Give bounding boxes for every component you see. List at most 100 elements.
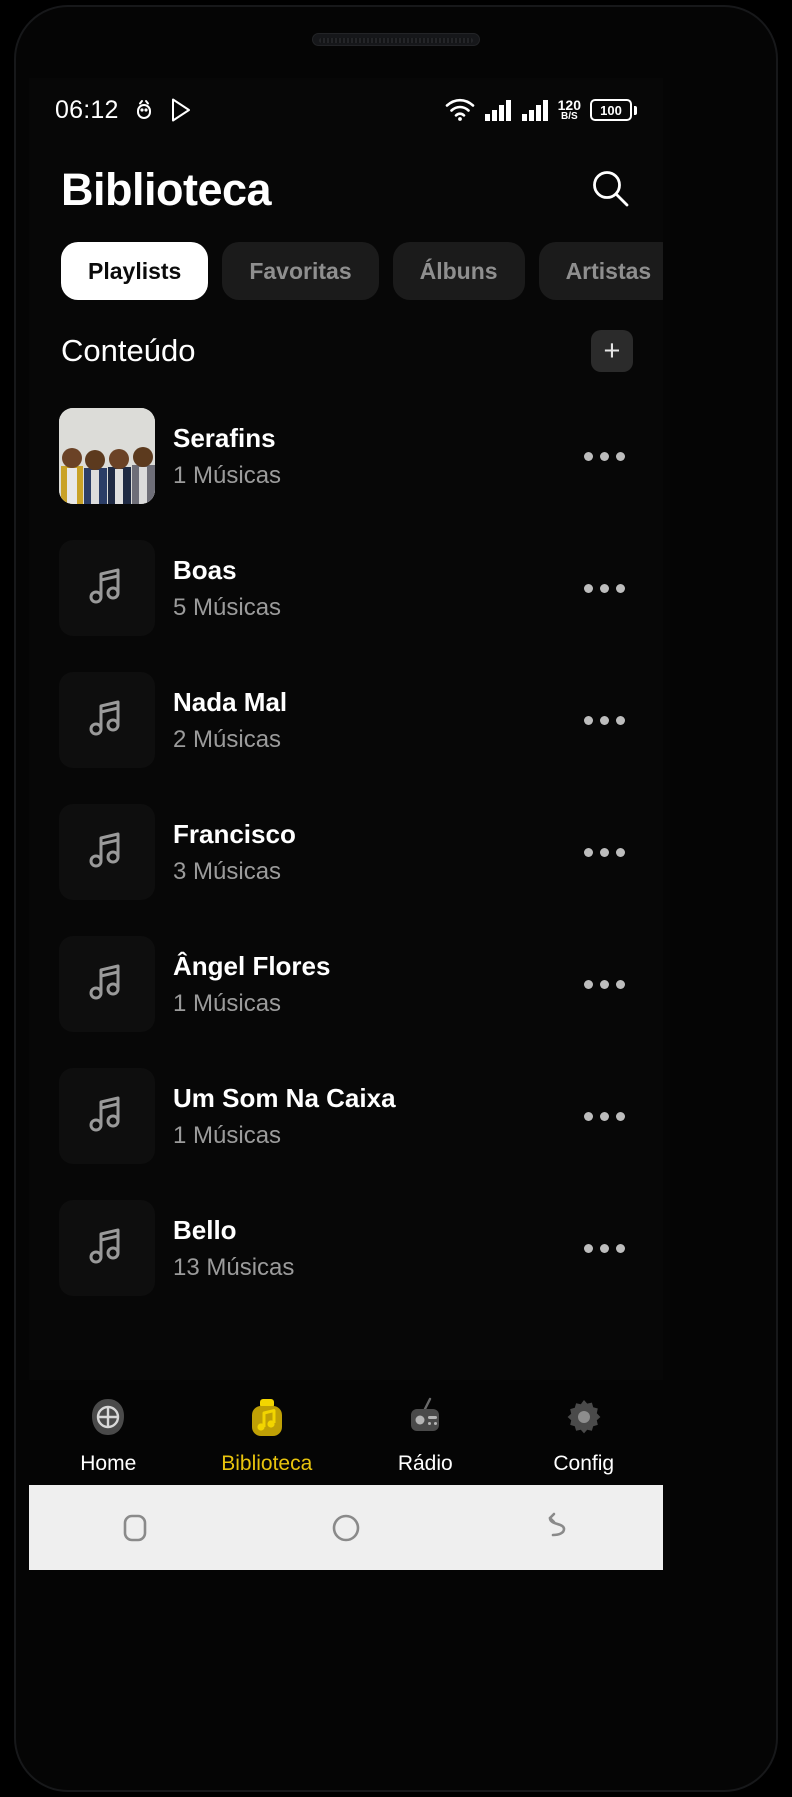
playlist-subtitle: 1 Músicas [173, 1121, 282, 1149]
earpiece-speaker [312, 33, 480, 46]
status-bar-left: 06:12 [55, 96, 193, 125]
tab-playlists-label: Playlists [88, 257, 182, 284]
signal-2-icon [521, 98, 549, 122]
battery-tip [634, 105, 637, 115]
nav-item-radio-label: Rádio [397, 1451, 453, 1475]
battery-level: 100 [590, 99, 632, 121]
nav-item-biblioteca[interactable]: Biblioteca [188, 1395, 347, 1476]
status-time: 06:12 [55, 95, 119, 124]
back-arrow-icon[interactable] [512, 1498, 602, 1558]
playlist-thumbnail [59, 540, 155, 636]
playlist-thumbnail [59, 408, 155, 504]
more-options-icon[interactable] [576, 970, 633, 999]
add-playlist-button[interactable]: + [591, 330, 633, 372]
network-speed-unit: B/S [560, 111, 578, 122]
network-speed-indicator: 120 B/S [558, 98, 581, 122]
playlist-text: Boas 5 Músicas [173, 555, 281, 622]
nav-item-radio[interactable]: Rádio [346, 1395, 505, 1476]
music-note-icon [84, 959, 130, 1010]
list-item[interactable]: Boas 5 Músicas [59, 522, 633, 654]
nav-item-home[interactable]: Home [29, 1395, 188, 1476]
playlist-subtitle: 3 Músicas [173, 857, 282, 885]
playlist-thumbnail [59, 1068, 155, 1164]
more-options-icon[interactable] [576, 706, 633, 735]
playlist-text: Bello 13 Músicas [173, 1215, 294, 1282]
status-bar-right: 120 B/S 100 [445, 98, 637, 122]
playlist-title: Nada Mal [173, 686, 288, 717]
playlist-list: Serafins 1 Músicas Boas 5 Músicas Nada M… [29, 372, 663, 1314]
radio-icon [403, 1395, 447, 1444]
playlist-thumbnail [59, 804, 155, 900]
playlist-text: Serafins 1 Músicas [173, 423, 281, 490]
tab-artistas[interactable]: Artistas [538, 242, 663, 300]
usb-debug-icon [133, 98, 155, 122]
list-item[interactable]: Nada Mal 2 Músicas [59, 654, 633, 786]
system-navigation-bar [29, 1485, 663, 1570]
tab-artistas-label: Artistas [565, 257, 652, 284]
recents-icon[interactable] [90, 1498, 180, 1558]
play-store-icon [169, 97, 193, 123]
music-note-icon [84, 827, 130, 878]
playlist-title: Francisco [173, 818, 296, 849]
more-options-icon[interactable] [576, 838, 633, 867]
nav-item-biblioteca-label: Biblioteca [221, 1451, 313, 1475]
tab-favoritas[interactable]: Favoritas [222, 242, 379, 300]
status-bar: 06:12 120 B/S 100 [29, 78, 663, 142]
list-item[interactable]: Ângel Flores 1 Músicas [59, 918, 633, 1050]
home-icon [86, 1395, 130, 1444]
list-item[interactable]: Francisco 3 Músicas [59, 786, 633, 918]
page-title: Biblioteca [61, 164, 272, 215]
playlist-subtitle: 5 Músicas [173, 593, 282, 621]
list-item[interactable]: Bello 13 Músicas [59, 1182, 633, 1314]
tab-favoritas-label: Favoritas [249, 257, 352, 284]
playlist-title: Ângel Flores [173, 950, 331, 981]
library-icon [245, 1395, 289, 1444]
network-speed-value: 120 [557, 97, 581, 113]
bottom-navigation: Home Biblioteca Rádio Config [29, 1380, 663, 1490]
content-section-header: Conteúdo + [29, 300, 663, 372]
more-options-icon[interactable] [576, 574, 633, 603]
playlist-subtitle: 1 Músicas [173, 989, 282, 1017]
battery-icon: 100 [590, 99, 637, 121]
playlist-title: Um Som Na Caixa [173, 1082, 396, 1113]
filter-tabs: Playlists Favoritas Álbuns Artistas [29, 216, 663, 300]
nav-item-config[interactable]: Config [505, 1395, 664, 1476]
tab-playlists[interactable]: Playlists [61, 242, 209, 300]
nav-item-home-label: Home [80, 1451, 137, 1475]
playlist-title: Boas [173, 554, 237, 585]
more-options-icon[interactable] [576, 1102, 633, 1131]
phone-screen: 06:12 120 B/S 100 Biblioteca Playlists F… [29, 78, 663, 1490]
home-circle-icon[interactable] [301, 1498, 391, 1558]
playlist-thumbnail [59, 936, 155, 1032]
playlist-text: Ângel Flores 1 Músicas [173, 951, 330, 1018]
phone-device: 06:12 120 B/S 100 Biblioteca Playlists F… [0, 0, 792, 1797]
tab-albuns[interactable]: Álbuns [392, 242, 525, 300]
playlist-text: Nada Mal 2 Músicas [173, 687, 287, 754]
music-note-icon [84, 1091, 130, 1142]
playlist-title: Bello [173, 1214, 237, 1245]
section-title: Conteúdo [61, 333, 196, 368]
nav-item-config-label: Config [553, 1451, 615, 1475]
music-note-icon [84, 563, 130, 614]
wifi-icon [445, 98, 475, 122]
music-note-icon [84, 1223, 130, 1274]
music-note-icon [84, 695, 130, 746]
playlist-subtitle: 13 Músicas [173, 1253, 295, 1281]
gear-icon [562, 1395, 606, 1444]
app-header: Biblioteca [29, 142, 663, 216]
group-photo [59, 408, 155, 504]
more-options-icon[interactable] [576, 442, 633, 471]
search-icon[interactable] [589, 167, 631, 214]
playlist-subtitle: 1 Músicas [173, 461, 282, 489]
list-item[interactable]: Um Som Na Caixa 1 Músicas [59, 1050, 633, 1182]
tab-albuns-label: Álbuns [419, 257, 498, 284]
playlist-thumbnail [59, 672, 155, 768]
playlist-thumbnail [59, 1200, 155, 1296]
list-item[interactable]: Serafins 1 Músicas [59, 390, 633, 522]
playlist-text: Francisco 3 Músicas [173, 819, 296, 886]
playlist-title: Serafins [173, 422, 276, 453]
more-options-icon[interactable] [576, 1234, 633, 1263]
playlist-text: Um Som Na Caixa 1 Músicas [173, 1083, 396, 1150]
playlist-subtitle: 2 Músicas [173, 725, 282, 753]
signal-1-icon [484, 98, 512, 122]
